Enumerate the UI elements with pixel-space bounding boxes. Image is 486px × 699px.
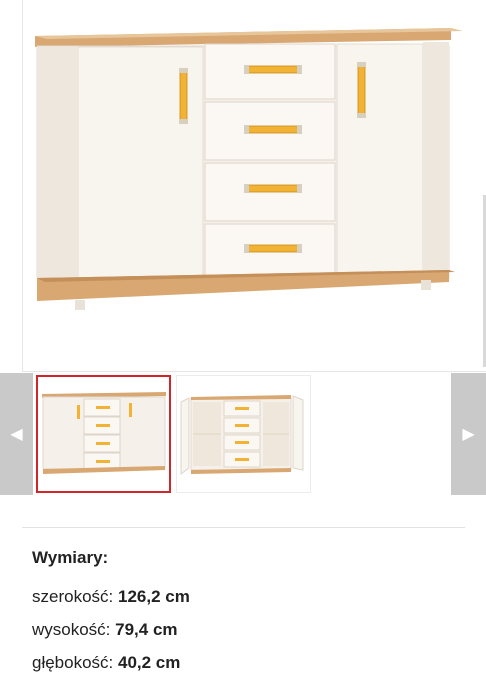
carousel-next-button[interactable]: ▶ [451, 373, 486, 495]
chevron-right-icon: ▶ [462, 426, 475, 443]
sideboard-illustration [35, 28, 463, 310]
chevron-left-icon: ◀ [10, 426, 23, 443]
dimensions-title: Wymiary: [32, 548, 109, 567]
spec-label: głębokość: [32, 653, 118, 672]
spec-row-width: szerokość: 126,2 cm [32, 586, 190, 619]
thumbnail-closed-sideboard[interactable] [36, 375, 171, 493]
main-product-image[interactable] [22, 0, 486, 372]
carousel-prev-button[interactable]: ◀ [0, 373, 33, 495]
spec-value: 40,2 cm [118, 653, 181, 672]
spec-label: wysokość: [32, 620, 116, 639]
dimensions-section: Wymiary: szerokość: 126,2 cm wysokość: 7… [32, 548, 190, 685]
spec-label: szerokość: [32, 587, 118, 606]
spec-value: 79,4 cm [115, 620, 178, 639]
spec-row-height: wysokość: 79,4 cm [32, 619, 190, 652]
spec-value: 126,2 cm [117, 587, 190, 606]
thumbnail-carousel: ◀ ▶ [0, 373, 486, 497]
thumbnail-open-sideboard[interactable] [176, 375, 311, 493]
spec-row-depth: głębokość: 40,2 cm [32, 652, 190, 685]
thumbnail-image-open [180, 395, 304, 475]
thumbnail-image-closed [42, 392, 166, 474]
section-divider [22, 527, 465, 528]
